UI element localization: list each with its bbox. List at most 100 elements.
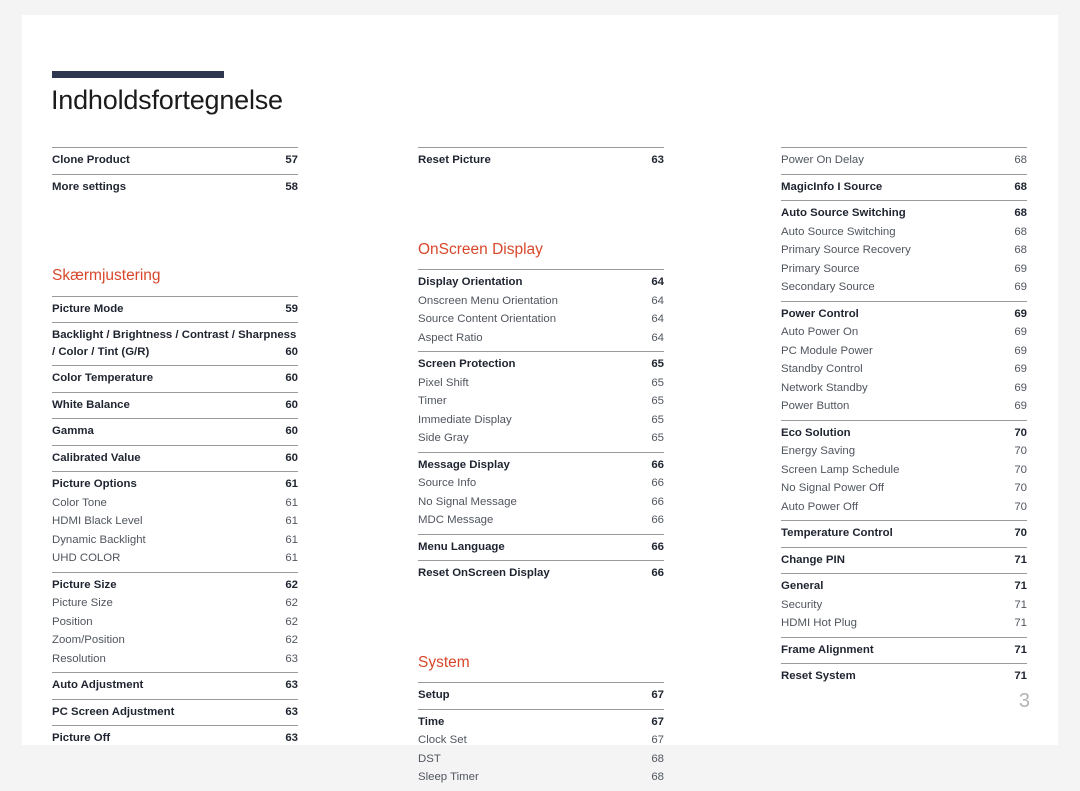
toc-entry-sub[interactable]: Pixel Shift 65 — [418, 374, 664, 393]
toc-entry-main[interactable]: Backlight / Brightness / Contrast / Shar… — [52, 326, 298, 361]
toc-entry-sub[interactable]: Sleep Timer 68 — [418, 768, 664, 787]
toc-entry-label: Picture Size — [52, 597, 113, 609]
toc-column-2: Reset Picture 63 OnScreen Display Display O… — [418, 147, 664, 791]
toc-entry-page-number: 58 — [285, 180, 298, 193]
toc-entry-sub[interactable]: MDC Message 66 — [418, 511, 664, 530]
toc-entry-main[interactable]: Picture Size 62 — [52, 576, 298, 595]
toc-entry-page-number: 61 — [285, 552, 298, 564]
toc-entry-main[interactable]: MagicInfo I Source 68 — [781, 178, 1027, 197]
toc-entry-main[interactable]: PC Screen Adjustment 63 — [52, 703, 298, 722]
toc-entry-main[interactable]: Message Display 66 — [418, 456, 664, 475]
toc-entry-sub[interactable]: Resolution 63 — [52, 650, 298, 669]
toc-entry-main[interactable]: Time 67 — [418, 713, 664, 732]
toc-entry-sub[interactable]: HDMI Hot Plug 71 — [781, 614, 1027, 633]
toc-entry-sub[interactable]: Secondary Source 69 — [781, 278, 1027, 297]
toc-entry-main[interactable]: Auto Adjustment 63 — [52, 676, 298, 695]
toc-entry-main[interactable]: Gamma 60 — [52, 422, 298, 441]
toc-entry-main[interactable]: Color Temperature 60 — [52, 369, 298, 388]
toc-entry-label: Temperature Control — [781, 527, 893, 539]
toc-entry-main[interactable]: More settings 58 — [52, 178, 298, 197]
toc-entry-sub[interactable]: UHD COLOR 61 — [52, 549, 298, 568]
toc-entry-sub[interactable]: Screen Lamp Schedule 70 — [781, 461, 1027, 480]
toc-entry-label: General — [781, 580, 824, 592]
section-heading: OnScreen Display — [418, 240, 543, 258]
toc-entry-page-number: 60 — [285, 425, 298, 437]
toc-entry-sub[interactable]: Timer 65 — [418, 392, 664, 411]
toc-entry-label: Eco Solution — [781, 426, 851, 439]
toc-entry-sub[interactable]: Auto Power Off 70 — [781, 498, 1027, 517]
toc-group: Auto Adjustment 63 — [52, 672, 298, 699]
toc-entry-sub[interactable]: Zoom/Position 62 — [52, 631, 298, 650]
toc-entry-main[interactable]: Reset Picture 63 — [418, 151, 664, 170]
toc-entry-sub[interactable]: Clock Set 67 — [418, 731, 664, 750]
toc-entry-main[interactable]: General 71 — [781, 577, 1027, 596]
toc-entry-label: Time — [418, 715, 445, 728]
toc-entry-main[interactable]: Picture Mode 59 — [52, 300, 298, 319]
toc-entry-sub[interactable]: Primary Source 69 — [781, 260, 1027, 279]
toc-entry-sub[interactable]: Standby Control 69 — [781, 360, 1027, 379]
toc-entry-page-number: 61 — [285, 478, 298, 490]
toc-entry-main[interactable]: Eco Solution 70 — [781, 424, 1027, 443]
toc-entry-label: Auto Adjustment — [52, 679, 144, 691]
toc-entry-main[interactable]: Picture Options 61 — [52, 475, 298, 494]
toc-entry-sub[interactable]: Network Standby 69 — [781, 379, 1027, 398]
toc-entry-main[interactable]: Reset System 71 — [781, 667, 1027, 686]
toc-entry-main[interactable]: Frame Alignment 71 — [781, 641, 1027, 660]
toc-entry-sub[interactable]: Onscreen Menu Orientation 64 — [418, 292, 664, 311]
toc-group: Message Display 66 Source Info 66 No Signal … — [418, 451, 664, 534]
toc-group: Frame Alignment 71 — [781, 636, 1027, 664]
toc-entry-sub[interactable]: No Signal Message 66 — [418, 493, 664, 512]
toc-entry-main[interactable]: Reset OnScreen Display 66 — [418, 564, 664, 583]
toc-entry-page-number: 66 — [651, 540, 664, 553]
toc-entry-main[interactable]: Screen Protection 65 — [418, 355, 664, 374]
toc-entry-label: Reset System — [781, 670, 856, 682]
toc-entry-main[interactable]: Calibrated Value 60 — [52, 449, 298, 468]
toc-entry-sub[interactable]: Picture Size 62 — [52, 594, 298, 613]
toc-entry-main[interactable]: Setup 67 — [418, 686, 664, 705]
toc-entry-sub[interactable]: Source Content Orientation 64 — [418, 310, 664, 329]
document-page: Indholdsfortegnelse Clone Product 57 More … — [22, 15, 1058, 783]
toc-entry-sub[interactable]: Source Info 66 — [418, 474, 664, 493]
toc-entry-main[interactable]: Auto Source Switching 68 — [781, 204, 1027, 223]
toc-entry-sub[interactable]: Side Gray 65 — [418, 429, 664, 448]
toc-entry-main[interactable]: Temperature Control 70 — [781, 524, 1027, 543]
toc-entry-sub[interactable]: Power On Delay 68 — [781, 151, 1027, 170]
toc-entry-main[interactable]: Picture Off 63 — [52, 729, 298, 748]
toc-entry-label: HDMI Black Level — [52, 515, 143, 527]
toc-entry-sub[interactable]: Immediate Display 65 — [418, 411, 664, 430]
toc-entry-sub[interactable]: Energy Saving 70 — [781, 442, 1027, 461]
toc-entry-main[interactable]: Power Control 69 — [781, 305, 1027, 324]
toc-entry-sub[interactable]: PC Module Power 69 — [781, 342, 1027, 361]
toc-entry-sub[interactable]: Primary Source Recovery 68 — [781, 241, 1027, 260]
toc-entry-main[interactable]: Clone Product 57 — [52, 151, 298, 170]
toc-entry-sub[interactable]: Auto Power On 69 — [781, 323, 1027, 342]
toc-entry-page-number: 70 — [1014, 445, 1027, 457]
toc-entry-sub[interactable]: Aspect Ratio 64 — [418, 329, 664, 348]
toc-entry-main[interactable]: Menu Language 66 — [418, 538, 664, 557]
toc-entry-sub[interactable]: No Signal Power Off 70 — [781, 479, 1027, 498]
toc-entry-page-number: 68 — [1014, 225, 1027, 238]
toc-entry-sub[interactable]: Power Button 69 — [781, 397, 1027, 416]
toc-entry-page-number: 67 — [651, 734, 664, 746]
toc-entry-sub[interactable]: Color Tone 61 — [52, 494, 298, 513]
toc-group: Auto Source Switching 68 Auto Source Switc… — [781, 200, 1027, 301]
toc-entry-sub[interactable]: Auto Source Switching 68 — [781, 223, 1027, 242]
toc-entry-main[interactable]: Display Orientation 64 — [418, 273, 664, 292]
toc-entry-page-number: 66 — [651, 458, 664, 471]
toc-entry-label: Source Content Orientation — [418, 313, 557, 325]
toc-entry-label: Display Orientation — [418, 276, 523, 288]
toc-entry-sub[interactable]: DST 68 — [418, 750, 664, 769]
toc-entry-main[interactable]: Change PIN 71 — [781, 551, 1027, 570]
toc-group: Reset Picture 63 — [418, 147, 664, 174]
toc-group: Picture Mode 59 — [52, 295, 298, 323]
toc-entry-page-number: 70 — [1014, 527, 1027, 539]
toc-entry-sub[interactable]: HDMI Black Level 61 — [52, 512, 298, 531]
toc-entry-sub[interactable]: Security 71 — [781, 596, 1027, 615]
toc-group: Reset System 71 — [781, 663, 1027, 690]
toc-entry-sub[interactable]: Dynamic Backlight 61 — [52, 531, 298, 550]
title-accent-rule — [52, 71, 224, 78]
toc-entry-sub[interactable]: Position 62 — [52, 613, 298, 632]
toc-entry-main[interactable]: White Balance 60 — [52, 396, 298, 415]
toc-entry-label: More settings — [52, 180, 127, 193]
